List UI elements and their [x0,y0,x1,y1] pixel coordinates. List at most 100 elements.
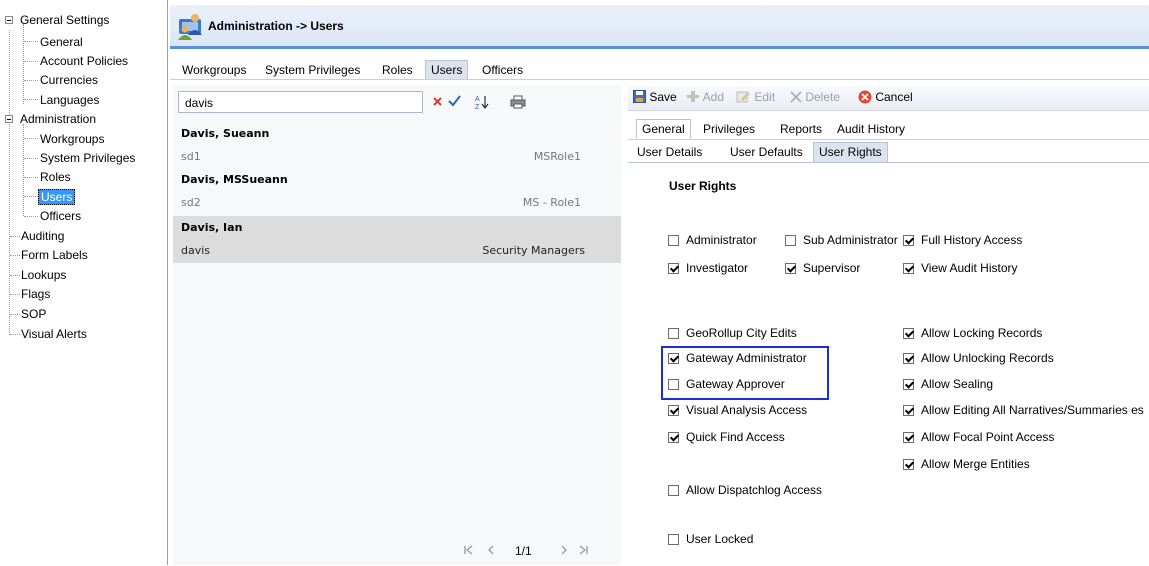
checkbox-box[interactable] [785,235,796,246]
tree-connector [9,30,10,335]
checkbox-box[interactable] [903,459,914,470]
tree-connector [24,177,38,178]
confirm-check-icon[interactable] [448,95,461,107]
checkbox-box[interactable] [903,432,914,443]
checkbox-allow-dispatchlog-access[interactable]: Allow Dispatchlog Access [668,484,822,497]
tab-general[interactable]: General [636,119,691,139]
checkbox-box[interactable] [785,263,796,274]
checkbox-allow-locking-records[interactable]: Allow Locking Records [903,327,1042,340]
tab-officers[interactable]: Officers [477,61,528,79]
save-button[interactable]: Save [633,90,677,104]
first-page-icon[interactable] [463,545,473,555]
tree-item-system-privileges[interactable]: System Privileges [40,151,135,165]
tree-item-account-policies[interactable]: Account Policies [40,54,128,68]
tree-connector [10,255,20,256]
tab-user-details[interactable]: User Details [632,143,707,161]
checkbox-box[interactable] [903,263,914,274]
checkbox-box[interactable] [903,405,914,416]
tree-item-flags[interactable]: Flags [21,287,50,301]
checkbox-visual-analysis-access[interactable]: Visual Analysis Access [668,404,807,417]
tree-item-lookups[interactable]: Lookups [21,268,66,282]
tree-item-sop[interactable]: SOP [21,307,46,321]
tree-item-form-labels[interactable]: Form Labels [21,248,88,262]
clear-icon[interactable] [432,96,443,107]
checkbox-box[interactable] [903,235,914,246]
checkbox-box[interactable] [668,405,679,416]
checkbox-allow-merge-entities[interactable]: Allow Merge Entities [903,458,1030,471]
highlight-box [661,346,829,400]
record-role: MS - Role1 [522,196,581,209]
checkbox-sub-administrator[interactable]: Sub Administrator [785,234,898,247]
checkbox-box[interactable] [668,328,679,339]
checkbox-label: Administrator [686,233,757,247]
checkbox-user-locked[interactable]: User Locked [668,533,753,546]
checkbox-box[interactable] [668,534,679,545]
checkbox-supervisor[interactable]: Supervisor [785,262,860,275]
checkbox-administrator[interactable]: Administrator [668,234,757,247]
previous-page-icon[interactable] [486,545,496,555]
tab-user-defaults[interactable]: User Defaults [725,143,808,161]
checkbox-box[interactable] [668,263,679,274]
cancel-icon [858,90,872,104]
record-name: Davis, Ian [181,221,243,234]
collapse-icon[interactable] [5,16,13,24]
list-item[interactable]: Davis, MSSueann sd2 MS - Role1 [173,170,621,216]
tree-item-workgroups[interactable]: Workgroups [40,132,104,146]
list-item-selected[interactable]: Davis, Ian davis Security Managers [173,216,621,263]
search-input[interactable] [183,93,377,113]
collapse-icon[interactable] [5,115,13,123]
checkbox-label: GeoRollup City Edits [686,326,797,340]
checkbox-box[interactable] [903,353,914,364]
checkbox-full-history-access[interactable]: Full History Access [903,234,1022,247]
tree-connector [24,216,38,217]
checkbox-quick-find-access[interactable]: Quick Find Access [668,431,785,444]
checkbox-allow-sealing[interactable]: Allow Sealing [903,378,993,391]
add-button[interactable]: Add [686,90,724,104]
tree-item-general-settings[interactable]: General Settings [20,13,109,27]
tab-audit-history[interactable]: Audit History [832,120,910,138]
checkbox-box[interactable] [903,379,914,390]
tab-workgroups[interactable]: Workgroups [177,61,251,79]
checkbox-georollup-city-edits[interactable]: GeoRollup City Edits [668,327,797,340]
checkbox-box[interactable] [668,235,679,246]
tab-privileges[interactable]: Privileges [698,120,760,138]
checkbox-box[interactable] [668,485,679,496]
tree-item-general[interactable]: General [40,35,83,49]
tree-item-auditing[interactable]: Auditing [21,229,64,243]
tree-item-languages[interactable]: Languages [40,93,99,107]
checkbox-allow-editing-all-narratives-summaries-es[interactable]: Allow Editing All Narratives/Summaries e… [903,404,1144,417]
sort-az-icon[interactable]: A Z [475,94,489,110]
tree-item-roles[interactable]: Roles [40,170,71,184]
checkbox-investigator[interactable]: Investigator [668,262,748,275]
tree-connector [24,158,38,159]
tree-connector [24,61,38,62]
navigation-tree: General Settings General Account Policie… [0,0,168,565]
checkbox-box[interactable] [668,432,679,443]
last-page-icon[interactable] [579,545,589,555]
tree-item-users[interactable]: Users [38,189,76,205]
checkbox-label: View Audit History [921,261,1018,275]
checkbox-allow-focal-point-access[interactable]: Allow Focal Point Access [903,431,1054,444]
checkbox-view-audit-history[interactable]: View Audit History [903,262,1018,275]
checkbox-label: User Locked [686,532,754,546]
add-label: Add [702,90,725,104]
tab-users[interactable]: Users [425,60,469,79]
edit-button[interactable]: Edit [736,90,775,104]
delete-button[interactable]: Delete [790,90,840,104]
page-title: Administration -> Users [208,19,344,33]
tab-roles[interactable]: Roles [377,61,418,79]
checkbox-allow-unlocking-records[interactable]: Allow Unlocking Records [903,352,1054,365]
tree-item-officers[interactable]: Officers [40,209,81,223]
print-icon[interactable] [510,95,526,109]
cancel-button[interactable]: Cancel [858,90,913,104]
list-item[interactable]: Davis, Sueann sd1 MSRole1 [173,122,621,170]
tree-connector [10,275,20,276]
tree-item-visual-alerts[interactable]: Visual Alerts [21,327,87,341]
tree-item-administration[interactable]: Administration [20,112,96,126]
tab-system-privileges[interactable]: System Privileges [260,61,365,79]
next-page-icon[interactable] [559,545,569,555]
tab-user-rights[interactable]: User Rights [813,142,888,162]
tree-item-currencies[interactable]: Currencies [40,73,98,87]
checkbox-box[interactable] [903,328,914,339]
tab-reports[interactable]: Reports [775,120,827,138]
